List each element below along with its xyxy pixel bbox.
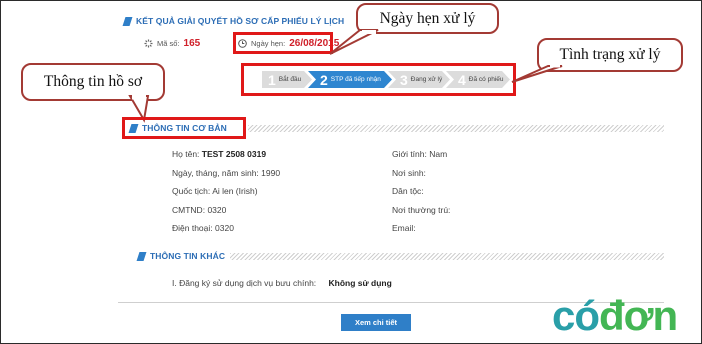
field-dien-thoai: Điện thoại: 0320 — [172, 223, 234, 233]
page-header: KẾT QUẢ GIẢI QUYẾT HỒ SƠ CẤP PHIẾU LÝ LỊ… — [122, 16, 345, 26]
status-highlight — [241, 63, 516, 96]
section-marker-icon — [122, 16, 133, 26]
field-noi-sinh: Nơi sinh: — [392, 168, 426, 178]
section-divider — [230, 253, 664, 260]
other-info-heading: THÔNG TIN KHÁC — [136, 251, 226, 261]
view-detail-button[interactable]: Xem chi tiết — [341, 314, 411, 331]
loading-icon — [144, 39, 153, 48]
ma-so-value: 165 — [183, 38, 201, 49]
field-noi-thuong-tru: Nơi thường trú: — [392, 205, 451, 215]
basic-info-highlight — [122, 117, 246, 139]
ma-so-field: Mã số: 165 — [144, 38, 200, 49]
field-quoc-tich: Quốc tịch: Ai len (Irish) — [172, 186, 258, 196]
field-gioi-tinh: Giới tính: Nam — [392, 149, 448, 159]
section-divider — [248, 125, 664, 132]
ma-so-label: Mã số: — [157, 39, 180, 48]
field-dan-toc: Dân tộc: — [392, 186, 424, 196]
field-dich-vu-buu-chinh: I. Đăng ký sử dụng dịch vụ bưu chính: Kh… — [172, 278, 392, 288]
page-title: KẾT QUẢ GIẢI QUYẾT HỒ SƠ CẤP PHIẾU LÝ LỊ… — [136, 16, 345, 26]
field-ngay-sinh: Ngày, tháng, năm sinh: 1990 — [172, 168, 281, 178]
field-ho-ten: Họ tên: TEST 2508 0319 — [172, 149, 267, 159]
callout-pointer-ngay-hen — [329, 29, 379, 55]
field-email: Email: — [392, 223, 416, 233]
other-info-title: THÔNG TIN KHÁC — [150, 251, 226, 261]
callout-pointer-tinh-trang — [511, 62, 563, 83]
section-marker-icon — [136, 251, 147, 261]
codon-logo: cóđơn — [552, 292, 678, 339]
ngay-hen-highlight — [233, 32, 333, 54]
field-cmtnd: CMTND: 0320 — [172, 205, 227, 215]
